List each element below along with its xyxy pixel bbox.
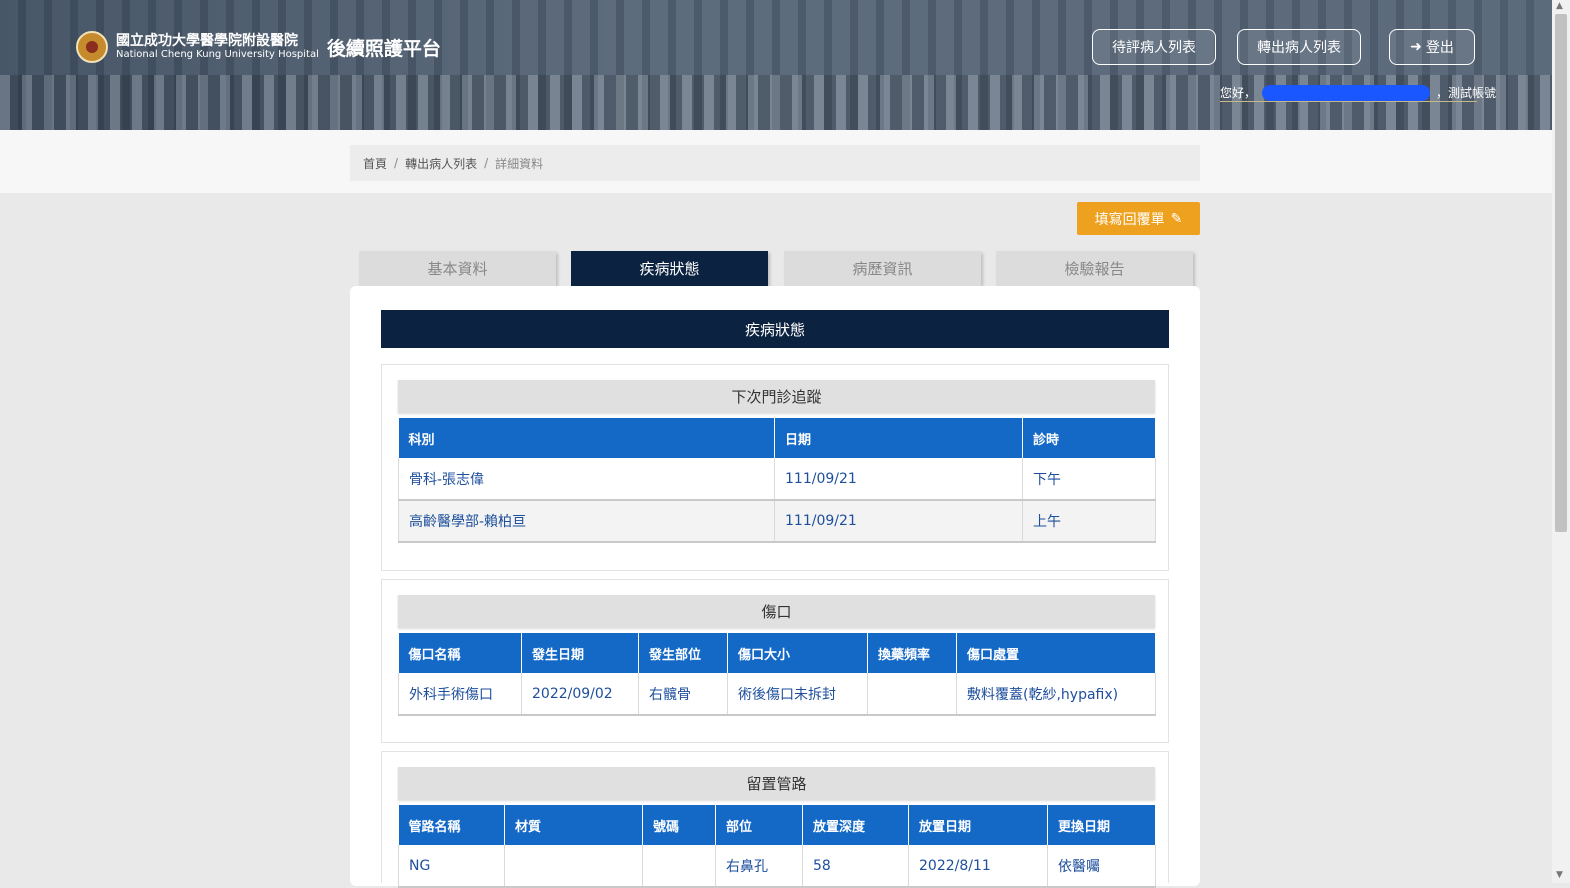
breadcrumb-current: 詳細資料 [495,156,544,171]
table-header-row: 傷口名稱 發生日期 發生部位 傷口大小 換藥頻率 傷口處置 [398,633,1156,673]
column-header: 號碼 [642,805,716,845]
scrollbar-thumb[interactable] [1555,14,1567,532]
table-cell: 2022/8/11 [908,845,1048,888]
table-cell: 右髖骨 [638,673,728,716]
masked-username [1262,84,1431,101]
column-header: 日期 [774,418,1023,458]
table-cell [642,845,716,888]
tab-medical-record[interactable]: 病歷資訊 [784,251,981,286]
platform-title: 後續照護平台 [326,37,441,60]
column-header: 放置深度 [802,805,909,845]
edit-icon: ✎ [1170,210,1183,227]
column-header: 管路名稱 [398,805,505,845]
table-row: 外科手術傷口 2022/09/02 右髖骨 術後傷口未拆封 敷料覆蓋(乾紗,hy… [398,673,1156,716]
tab-basic-info[interactable]: 基本資料 [359,251,556,286]
table-cell: 上午 [1022,500,1156,543]
logout-button[interactable]: ➜ 登出 [1389,29,1475,65]
table-cell: 58 [802,845,909,888]
wound-table: 傷口名稱 發生日期 發生部位 傷口大小 換藥頻率 傷口處置 外科手術傷口 202… [398,633,1156,716]
hospital-name-en: National Cheng Kung University Hospital [116,49,319,61]
breadcrumb-home[interactable]: 首頁 [363,155,387,172]
hospital-logo[interactable]: 國立成功大學醫學院附設醫院 National Cheng Kung Univer… [76,31,441,63]
table-cell: 111/09/21 [774,458,1023,501]
breadcrumb-separator: / [394,156,399,170]
followup-title: 下次門診追蹤 [398,380,1155,413]
breadcrumb-transfer-list[interactable]: 轉出病人列表 [405,155,477,172]
column-header: 放置日期 [908,805,1048,845]
tab-disease-status[interactable]: 疾病狀態 [571,251,768,286]
header-banner: 國立成功大學醫學院附設醫院 National Cheng Kung Univer… [0,0,1552,130]
column-header: 換藥頻率 [867,633,957,673]
table-cell: 敷料覆蓋(乾紗,hypafix) [956,673,1156,716]
table-cell [504,845,643,888]
scroll-up-icon[interactable]: ▲ [1556,1,1563,11]
breadcrumb: 首頁 / 轉出病人列表 / 詳細資料 [350,145,1200,181]
tubes-title: 留置管路 [398,767,1155,800]
user-greeting: 您好， ，測試帳號 [1220,84,1497,101]
table-cell: NG [398,845,505,888]
table-header-row: 科別 日期 診時 [398,418,1156,458]
column-header: 傷口處置 [956,633,1156,673]
table-cell: 外科手術傷口 [398,673,522,716]
table-cell: 2022/09/02 [521,673,639,716]
logout-icon: ➜ [1410,39,1422,55]
followup-table: 科別 日期 診時 骨科-張志偉 111/09/21 下午 高齡醫學部-賴柏亘 1… [398,418,1156,543]
column-header: 傷口名稱 [398,633,522,673]
tab-lab-report[interactable]: 檢驗報告 [996,251,1193,286]
table-row: 高齡醫學部-賴柏亘 111/09/21 上午 [398,500,1156,543]
scroll-down-icon[interactable]: ▼ [1556,870,1563,880]
table-cell: 下午 [1022,458,1156,501]
table-cell [867,673,957,716]
column-header: 發生日期 [521,633,639,673]
column-header: 診時 [1022,418,1156,458]
column-header: 更換日期 [1047,805,1156,845]
pending-list-button[interactable]: 待評病人列表 [1092,29,1216,65]
table-cell: 依醫囑 [1047,845,1156,888]
page-scrollbar[interactable]: ▲ ▼ [1552,0,1570,883]
followup-section: 下次門診追蹤 科別 日期 診時 骨科-張志偉 111/09/21 下午 高齡醫學… [381,364,1169,571]
table-row: 骨科-張志偉 111/09/21 下午 [398,458,1156,501]
wound-title: 傷口 [398,595,1155,628]
column-header: 材質 [504,805,643,845]
tubes-table: 管路名稱 材質 號碼 部位 放置深度 放置日期 更換日期 NG 右鼻孔 58 2… [398,805,1156,888]
tubes-section: 留置管路 管路名稱 材質 號碼 部位 放置深度 放置日期 更換日期 NG 右鼻孔… [381,751,1169,888]
column-header: 傷口大小 [727,633,868,673]
hospital-seal-icon [76,31,108,63]
fill-reply-button[interactable]: 填寫回覆單 ✎ [1077,202,1200,235]
table-cell: 高齡醫學部-賴柏亘 [398,500,775,543]
wound-section: 傷口 傷口名稱 發生日期 發生部位 傷口大小 換藥頻率 傷口處置 外科手術傷口 … [381,579,1169,743]
table-cell: 術後傷口未拆封 [727,673,868,716]
column-header: 發生部位 [638,633,728,673]
column-header: 科別 [398,418,775,458]
breadcrumb-separator: / [484,156,489,170]
card-title: 疾病狀態 [381,310,1169,348]
table-row: NG 右鼻孔 58 2022/8/11 依醫囑 [398,845,1156,888]
transfer-list-button[interactable]: 轉出病人列表 [1237,29,1361,65]
greeting-underline [1220,101,1477,102]
column-header: 部位 [715,805,803,845]
table-cell: 骨科-張志偉 [398,458,775,501]
hospital-name-cn: 國立成功大學醫學院附設醫院 [116,32,298,49]
table-header-row: 管路名稱 材質 號碼 部位 放置深度 放置日期 更換日期 [398,805,1156,845]
table-cell: 右鼻孔 [715,845,803,888]
table-cell: 111/09/21 [774,500,1023,543]
